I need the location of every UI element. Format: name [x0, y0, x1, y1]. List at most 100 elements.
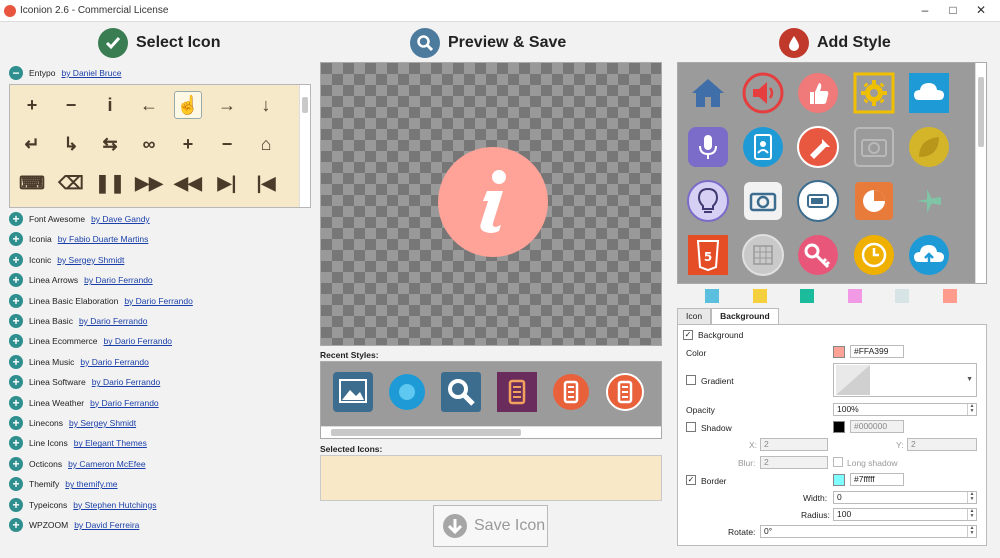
expand-icon[interactable]: + — [9, 252, 23, 267]
author-link[interactable]: by Dario Ferrando — [92, 377, 161, 387]
expand-icon[interactable]: + — [9, 477, 23, 492]
style-gear[interactable] — [852, 71, 896, 115]
rotate-spinner[interactable]: ▲ ▼ — [967, 526, 976, 537]
home-icon[interactable]: ⌂ — [252, 130, 280, 158]
style-address-book[interactable] — [741, 125, 785, 169]
shadow-x-field[interactable]: 2 — [760, 438, 828, 451]
pause-icon[interactable]: ❚❚ — [95, 169, 125, 197]
expand-icon[interactable]: + — [9, 375, 23, 390]
expand-icon[interactable]: + — [9, 314, 23, 328]
width-spinner[interactable]: ▲ ▼ — [967, 492, 976, 503]
info-icon[interactable]: i — [96, 91, 124, 119]
author-link[interactable]: by Fabio Duarte Martins — [58, 234, 149, 244]
author-link[interactable]: by David Ferreira — [74, 520, 139, 530]
radius-spinner[interactable]: ▲ ▼ — [967, 509, 976, 520]
swap-icon[interactable]: ⇆ — [96, 130, 124, 158]
expand-icon[interactable]: + — [9, 456, 23, 471]
rewind-icon[interactable]: ◀◀ — [174, 169, 202, 197]
gradient-dropdown[interactable]: ▼ — [833, 363, 977, 397]
style-color-swatch[interactable] — [752, 289, 767, 303]
minimize-button[interactable]: – — [912, 0, 938, 20]
arrow-left-icon[interactable]: ← — [135, 91, 163, 119]
selected-icons-area[interactable] — [320, 455, 662, 501]
plus-icon[interactable]: + — [18, 91, 46, 119]
recent-style-search[interactable] — [441, 372, 481, 412]
return-icon[interactable]: ↵ — [18, 130, 46, 158]
border-radius-field[interactable]: 100 — [833, 508, 977, 521]
style-color-swatch[interactable] — [800, 289, 814, 303]
expand-icon[interactable]: + — [9, 497, 23, 512]
collapse-icon[interactable]: − — [9, 66, 23, 80]
recent-styles-scrollbar[interactable] — [321, 426, 661, 438]
style-key[interactable] — [796, 233, 840, 277]
forward-icon[interactable]: ↳ — [57, 130, 85, 158]
recent-style-orange-2[interactable] — [605, 372, 645, 412]
save-icon-button[interactable]: Save Icon — [433, 505, 548, 547]
expand-icon[interactable]: + — [9, 436, 23, 451]
square-plus-icon[interactable]: + — [174, 130, 202, 158]
style-microphone[interactable] — [686, 125, 730, 169]
fast-forward-icon[interactable]: ▶▶ — [135, 169, 163, 197]
icon-set-row[interactable]: + Themify by themify.me — [9, 476, 118, 492]
tab-icon[interactable]: Icon — [677, 308, 712, 324]
expand-icon[interactable]: + — [9, 273, 23, 288]
style-color-swatch[interactable] — [847, 289, 862, 303]
icon-set-row[interactable]: + Linea Arrows by Dario Ferrando — [9, 272, 153, 288]
previous-track-icon[interactable]: |◀ — [252, 169, 280, 197]
icon-set-row[interactable]: + WPZOOM by David Ferreira — [9, 517, 139, 533]
author-link[interactable]: by Dario Ferrando — [79, 316, 148, 326]
arrow-right-icon[interactable]: → — [213, 91, 241, 119]
infinity-icon[interactable]: ∞ — [135, 130, 163, 158]
icon-set-row[interactable]: + Linea Software by Dario Ferrando — [9, 374, 160, 390]
rotate-field[interactable]: 0° — [760, 525, 977, 538]
recent-style-doc[interactable] — [497, 372, 537, 412]
bg-color-swatch[interactable] — [833, 346, 845, 358]
style-grid-icon[interactable] — [741, 233, 785, 277]
style-plane[interactable] — [907, 179, 951, 223]
shadow-checkbox[interactable] — [686, 422, 696, 432]
expand-icon[interactable]: + — [9, 354, 23, 369]
icon-set-row[interactable]: + Typeicons by Stephen Hutchings — [9, 497, 156, 513]
shadow-y-field[interactable]: 2 — [907, 438, 977, 451]
style-color-swatch[interactable] — [895, 289, 909, 303]
expand-icon[interactable]: + — [9, 212, 23, 226]
style-camera[interactable] — [741, 179, 785, 223]
style-lightbulb[interactable] — [686, 179, 730, 223]
author-link[interactable]: by Dario Ferrando — [124, 296, 193, 306]
minus-icon[interactable]: − — [57, 91, 85, 119]
bg-color-field[interactable]: #FFA399 — [850, 345, 904, 358]
style-flashlight[interactable] — [796, 125, 840, 169]
gradient-checkbox[interactable] — [686, 375, 696, 385]
recent-style-image[interactable] — [333, 372, 373, 412]
icon-set-row[interactable]: + Linea Basic by Dario Ferrando — [9, 313, 147, 329]
icon-set-row[interactable]: + Linea Weather by Dario Ferrando — [9, 395, 159, 411]
style-color-swatch[interactable] — [942, 289, 957, 303]
style-gallery-scrollbar[interactable] — [975, 63, 986, 283]
style-color-swatch[interactable] — [705, 289, 719, 303]
arrow-down-icon[interactable]: ↓ — [252, 91, 280, 119]
keyboard-icon[interactable]: ⌨ — [18, 169, 46, 197]
close-button[interactable]: ✕ — [968, 0, 994, 20]
expand-icon[interactable]: + — [9, 232, 23, 247]
icon-set-row[interactable]: + Linecons by Sergey Shmidt — [9, 415, 136, 431]
opacity-spinner[interactable]: ▲ ▼ — [967, 404, 976, 415]
author-link[interactable]: by Stephen Hutchings — [73, 500, 156, 510]
shadow-blur-field[interactable]: 2 — [760, 456, 828, 469]
grid-scrollbar[interactable] — [299, 85, 310, 207]
long-shadow-checkbox[interactable] — [833, 457, 843, 467]
background-checkbox[interactable]: ✓ — [683, 330, 693, 340]
author-link[interactable]: by Cameron McEfee — [68, 459, 145, 469]
style-leaf[interactable] — [907, 125, 951, 169]
style-camera-outline[interactable] — [852, 125, 896, 169]
expand-icon[interactable]: + — [9, 334, 23, 349]
author-link[interactable]: by Dario Ferrando — [90, 398, 159, 408]
author-link[interactable]: by Elegant Themes — [74, 438, 147, 448]
next-track-icon[interactable]: ▶| — [213, 169, 241, 197]
expand-icon[interactable]: + — [9, 293, 23, 308]
icon-set-row[interactable]: + Linea Music by Dario Ferrando — [9, 354, 149, 370]
maximize-button[interactable]: □ — [940, 0, 966, 20]
icon-set-row[interactable]: + Iconic by Sergey Shmidt — [9, 252, 124, 268]
border-color-field[interactable]: #7fffff — [850, 473, 904, 486]
icon-set-row[interactable]: + Octicons by Cameron McEfee — [9, 456, 146, 472]
icon-set-row[interactable]: + Iconia by Fabio Duarte Martins — [9, 231, 148, 247]
